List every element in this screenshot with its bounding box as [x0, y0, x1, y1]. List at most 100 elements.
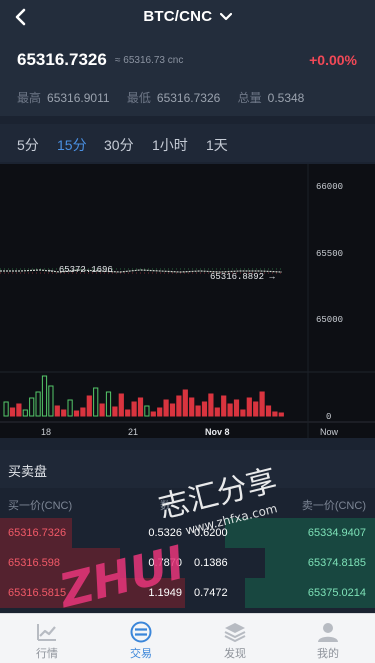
user-icon — [318, 623, 338, 642]
ask-column-header: 卖一价(CNC) — [301, 500, 366, 512]
exchange-icon — [130, 621, 152, 643]
volume-bar — [9, 407, 16, 417]
x-tick: 21 — [128, 427, 138, 437]
volume-bar — [169, 403, 176, 417]
volume-bar — [201, 401, 208, 417]
approx-price: ≈ 65316.73 cnc — [115, 55, 184, 66]
price-change: +0.00% — [309, 52, 357, 68]
amount-column-header: 数 — [160, 500, 171, 512]
volume-bar — [233, 399, 240, 417]
layers-icon — [224, 623, 246, 643]
volume-bar — [86, 395, 92, 417]
volume-bar — [259, 391, 265, 417]
volume-bar — [35, 391, 41, 417]
orderbook-row[interactable]: 65316.7326 0.5326 0.6200 65334.9407 — [0, 518, 375, 548]
ask-amount: 0.6200 — [194, 527, 228, 539]
ticker-panel: 65316.7326 ≈ 65316.73 cnc +0.00% 最高 65316… — [0, 36, 375, 116]
volume-bar — [125, 409, 131, 417]
volume-bar — [157, 407, 163, 417]
x-tick: Now — [320, 427, 339, 437]
volume-bar — [112, 406, 118, 417]
period-tab-1h[interactable]: 1小时 — [152, 135, 188, 155]
tab-label: 行情 — [36, 648, 58, 660]
volume-bar — [227, 403, 233, 417]
volume-bar — [214, 407, 220, 417]
app-screen: BTC/CNC 65316.7326 ≈ 65316.73 cnc +0.00%… — [0, 0, 375, 663]
tab-label: 交易 — [130, 648, 152, 660]
chevron-down-icon — [219, 12, 232, 21]
volume-value: 0.5348 — [267, 91, 305, 105]
volume-bar — [105, 391, 112, 417]
volume-bar — [93, 387, 99, 417]
period-tab-15m[interactable]: 15分 — [57, 135, 87, 155]
volume-bar — [278, 412, 284, 417]
bid-price: 65316.7326 — [8, 527, 67, 539]
volume-bar — [176, 395, 182, 417]
volume-bar — [61, 409, 67, 417]
volume-bar — [253, 401, 259, 417]
high-value: 65316.9011 — [47, 91, 110, 105]
volume-bar — [80, 407, 86, 417]
period-tabs: 5分 15分 30分 1小时 1天 — [0, 124, 375, 162]
chart-annotation-last: 65316.8892 → — [210, 272, 275, 282]
volume-bar — [137, 397, 144, 417]
ask-price: 65374.8185 — [307, 557, 366, 569]
chart-annotation-high: ← 65372.1696 — [48, 265, 113, 275]
volume-bar — [3, 401, 9, 417]
volume-bar — [144, 405, 150, 417]
bid-amount: 0.7870 — [148, 557, 182, 569]
tab-discover[interactable]: 发现 — [188, 614, 282, 663]
volume-bar — [131, 401, 137, 417]
orderbook-row[interactable]: 65316.598 0.7870 0.1386 65374.8185 — [0, 548, 375, 578]
ask-amount: 0.7472 — [194, 587, 228, 599]
orderbook-title: 买卖盘 — [8, 464, 48, 479]
pair-selector[interactable]: BTC/CNC — [0, 8, 375, 25]
ticker-stats: 最高 65316.9011 最低 65316.7326 总量 0.5348 — [17, 89, 318, 106]
ask-amount: 0.1386 — [194, 557, 228, 569]
volume-bar — [16, 403, 22, 417]
orderbook-header: 买卖盘 — [0, 450, 375, 488]
tab-market[interactable]: 行情 — [0, 614, 94, 663]
ask-price: 65375.0214 — [307, 587, 366, 599]
price-axis-label: 65500 — [316, 249, 343, 259]
price-axis-label: 66000 — [316, 182, 343, 192]
volume-bar — [150, 411, 156, 417]
x-tick: Nov 8 — [205, 427, 230, 437]
volume-bar — [22, 409, 28, 417]
volume-bar — [41, 375, 48, 417]
kline-chart[interactable]: 66000 65500 65000 0 ← 65372.1696 65316.8… — [0, 164, 375, 438]
volume-bar — [221, 395, 227, 417]
period-tab-5m[interactable]: 5分 — [17, 135, 39, 155]
volume-bar — [208, 393, 214, 417]
bottom-tab-bar: 行情 交易 发现 我的 — [0, 613, 375, 663]
tab-trade[interactable]: 交易 — [94, 614, 188, 663]
divider — [0, 116, 375, 124]
volume-axis-label: 0 — [326, 412, 331, 422]
bid-column-header: 买一价(CNC) — [8, 500, 73, 512]
period-tab-1d[interactable]: 1天 — [206, 135, 228, 155]
volume-bar — [48, 385, 54, 417]
bid-price: 65316.598 — [8, 557, 60, 569]
volume-bar — [272, 411, 278, 417]
last-price: 65316.7326 — [17, 50, 107, 69]
volume-bar — [54, 405, 60, 417]
tab-profile[interactable]: 我的 — [281, 614, 375, 663]
volume-bar — [67, 399, 73, 417]
chart-icon — [37, 624, 56, 641]
kline-chart-canvas: 66000 65500 65000 0 ← 65372.1696 65316.8… — [0, 164, 375, 438]
bid-price: 65316.5815 — [8, 587, 67, 599]
orderbook-row[interactable]: 65316.5815 1.1949 0.7472 65375.0214 — [0, 578, 375, 608]
orderbook-columns: 买一价(CNC) 数 卖一价(CNC) — [0, 488, 375, 518]
top-bar: BTC/CNC — [0, 0, 375, 36]
volume-bar — [118, 393, 124, 417]
volume-bar — [29, 397, 35, 417]
volume-bar — [99, 403, 105, 417]
volume-bar — [246, 397, 252, 417]
x-tick: 18 — [41, 427, 51, 437]
tab-label: 发现 — [224, 648, 246, 660]
volume-bar — [73, 410, 80, 417]
period-tab-30m[interactable]: 30分 — [104, 135, 134, 155]
volume-label: 总量 — [237, 91, 262, 105]
ask-price: 65334.9407 — [307, 527, 366, 539]
volume-bar — [189, 397, 195, 417]
